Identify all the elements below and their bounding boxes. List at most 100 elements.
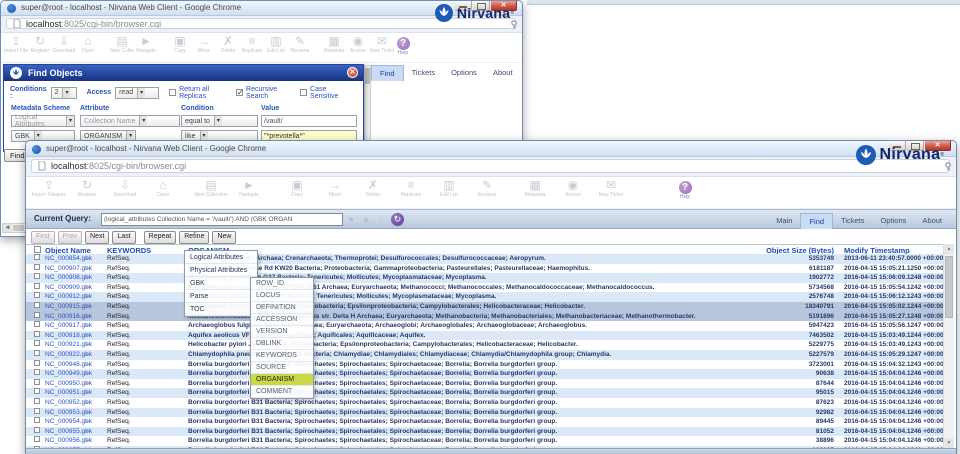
scheme-select[interactable]: Logical Attributes <box>11 115 75 127</box>
table-row[interactable]: NC_000909.gbk - RefSeq. Methanocaldococc… <box>26 283 943 293</box>
object-name-link[interactable]: NC_000912.gbk <box>45 292 92 302</box>
nav-tab[interactable]: Options <box>873 213 915 228</box>
nav-tab[interactable]: Options <box>443 65 485 81</box>
home-icon[interactable]: ⌂ <box>378 214 384 225</box>
toolbar-button[interactable]: ⇪ Import Filespec <box>4 33 28 54</box>
pager-button[interactable]: First <box>31 231 55 244</box>
row-checkbox[interactable] <box>34 254 40 260</box>
row-checkbox[interactable] <box>34 360 40 366</box>
toolbar-button[interactable]: ⌂ Open <box>76 33 100 54</box>
row-checkbox[interactable] <box>34 369 40 375</box>
row-checkbox[interactable] <box>34 379 40 385</box>
toolbar-button[interactable]: ► Navigate <box>134 33 158 54</box>
table-row[interactable]: NC_000956.gbk - RefSeq. Borrelia burgdor… <box>26 436 943 446</box>
menu-item[interactable]: ROW_ID <box>251 278 313 290</box>
menu-item[interactable]: COMMENT <box>251 386 313 398</box>
object-name-link[interactable]: NC_000956.gbk <box>45 436 92 446</box>
object-name-link[interactable]: NC_000908.gbk <box>45 273 92 283</box>
object-name-link[interactable]: NC_000907.gbk <box>45 264 92 274</box>
object-name-link[interactable]: NC_000950.gbk <box>45 379 92 389</box>
row-checkbox[interactable] <box>34 312 40 318</box>
table-row[interactable]: NC_000951.gbk - RefSeq. Borrelia burgdor… <box>26 388 943 398</box>
condition-select[interactable]: equal to <box>181 115 258 127</box>
menu-item[interactable]: LOCUS <box>251 290 313 302</box>
access-select[interactable]: read <box>115 87 159 99</box>
table-row[interactable]: NC_000922.gbk - RefSeq. Chlamydophila pn… <box>26 350 943 360</box>
row-checkbox[interactable] <box>34 408 40 414</box>
vertical-scrollbar[interactable]: ▲ ▼ <box>943 244 954 448</box>
table-row[interactable]: NC_000953.gbk - RefSeq. Borrelia burgdor… <box>26 408 943 418</box>
row-checkbox[interactable] <box>34 436 40 442</box>
toolbar-button[interactable]: ▤ New Collection <box>192 177 230 198</box>
object-name-link[interactable]: NC_000952.gbk <box>45 398 92 408</box>
nav-tab[interactable]: Find <box>800 213 833 229</box>
toolbar-button[interactable]: ◉ Access <box>554 177 592 198</box>
object-name-link[interactable]: NC_000917.gbk <box>45 321 92 331</box>
front-titlebar[interactable]: super@root - localhost - Nirvana Web Cli… <box>26 141 956 157</box>
toolbar-button[interactable]: ► Navigate <box>230 177 268 198</box>
attribute-select[interactable]: Collection Name <box>80 115 180 127</box>
nav-tab[interactable]: Find <box>371 65 404 81</box>
toolbar-button[interactable]: ⌂ Open <box>144 177 182 198</box>
toolbar-button[interactable]: ▣ Copy <box>168 33 192 54</box>
toolbar-button[interactable]: ↻ Register <box>68 177 106 198</box>
close-icon[interactable]: ✕ <box>347 67 358 78</box>
object-name-link[interactable]: NC_000951.gbk <box>45 388 92 398</box>
menu-item[interactable]: GBK <box>185 277 257 290</box>
scroll-down-icon[interactable]: ▼ <box>944 438 954 448</box>
table-row[interactable]: NC_000854.gbk - RefSeq. Aeropyrum pernix… <box>26 254 943 264</box>
menu-item[interactable]: Physical Attributes <box>185 264 257 277</box>
pager-button[interactable]: Repeat <box>144 231 177 244</box>
toolbar-button[interactable]: ≡ Replicate <box>392 177 430 198</box>
object-name-link[interactable]: NC_000909.gbk <box>45 283 92 293</box>
toolbar-button[interactable]: ⇩ Download <box>106 177 144 198</box>
row-checkbox[interactable] <box>34 292 40 298</box>
toolbar-button[interactable]: ✎ Rename <box>288 33 312 54</box>
help-button[interactable]: ? Help <box>391 35 415 56</box>
table-row[interactable]: NC_000908.gbk - RefSeq. Mycoplasma genit… <box>26 273 943 283</box>
toolbar-button[interactable]: ≡ Replicate <box>240 33 264 54</box>
nav-tab[interactable]: Main <box>768 213 800 228</box>
menu-item[interactable]: VERSION <box>251 326 313 338</box>
table-row[interactable]: NC_000916.gbk - RefSeq. Methanothermobac… <box>26 312 943 322</box>
menu-item[interactable]: KEYWORDS <box>251 350 313 362</box>
option-checkbox[interactable] <box>236 89 243 96</box>
toolbar-button[interactable]: ✉ New Ticket <box>592 177 630 198</box>
row-checkbox[interactable] <box>34 417 40 423</box>
table-row[interactable]: NC_000948.gbk - RefSeq. Borrelia burgdor… <box>26 360 943 370</box>
value-input[interactable]: /vault/ <box>261 115 357 127</box>
row-checkbox[interactable] <box>34 302 40 308</box>
nav-tab[interactable]: About <box>914 213 950 228</box>
conditions-select[interactable]: 2 <box>51 87 77 99</box>
toolbar-button[interactable]: ◉ Access <box>346 33 370 54</box>
menu-item[interactable]: DEFINITION <box>251 302 313 314</box>
save-query-icon[interactable]: ● <box>348 214 354 225</box>
object-name-link[interactable]: NC_000916.gbk <box>45 312 92 322</box>
object-name-link[interactable]: NC_000922.gbk <box>45 350 92 360</box>
object-name-link[interactable]: NC_000953.gbk <box>45 408 92 418</box>
row-checkbox[interactable] <box>34 398 40 404</box>
pager-button[interactable]: Refine <box>179 231 209 244</box>
row-checkbox[interactable] <box>34 350 40 356</box>
scroll-left-icon[interactable]: ◄ <box>3 224 12 232</box>
object-name-link[interactable]: NC_000949.gbk <box>45 369 92 379</box>
toolbar-button[interactable]: → Move <box>192 33 216 54</box>
scroll-up-icon[interactable]: ▲ <box>944 244 954 254</box>
horizontal-scrollbar[interactable]: ◄ <box>2 223 26 233</box>
nav-tab[interactable]: Tickets <box>404 65 443 81</box>
toolbar-button[interactable]: ⇩ Download <box>52 33 76 54</box>
table-row[interactable]: NC_000954.gbk - RefSeq. Borrelia burgdor… <box>26 417 943 427</box>
refresh-icon[interactable]: ↻ <box>391 213 404 226</box>
table-row[interactable]: NC_000918.gbk - RefSeq. Aquifex aeolicus… <box>26 331 943 341</box>
current-query-input[interactable]: (logical_attributes Collection Name = '/… <box>101 213 343 226</box>
object-name-link[interactable]: NC_000948.gbk <box>45 360 92 370</box>
scrollbar-thumb[interactable] <box>13 225 24 231</box>
pager-button[interactable]: Next <box>85 231 109 244</box>
table-row[interactable]: NC_000955.gbk - RefSeq. Borrelia burgdor… <box>26 427 943 437</box>
table-row[interactable]: NC_000921.gbk - RefSeq. Helicobacter pyl… <box>26 340 943 350</box>
scrollbar-thumb[interactable] <box>365 68 370 84</box>
dialog-scrollbar[interactable] <box>364 65 371 143</box>
row-checkbox[interactable] <box>34 273 40 279</box>
table-row[interactable]: NC_000950.gbk - RefSeq. Borrelia burgdor… <box>26 379 943 389</box>
row-checkbox[interactable] <box>34 340 40 346</box>
